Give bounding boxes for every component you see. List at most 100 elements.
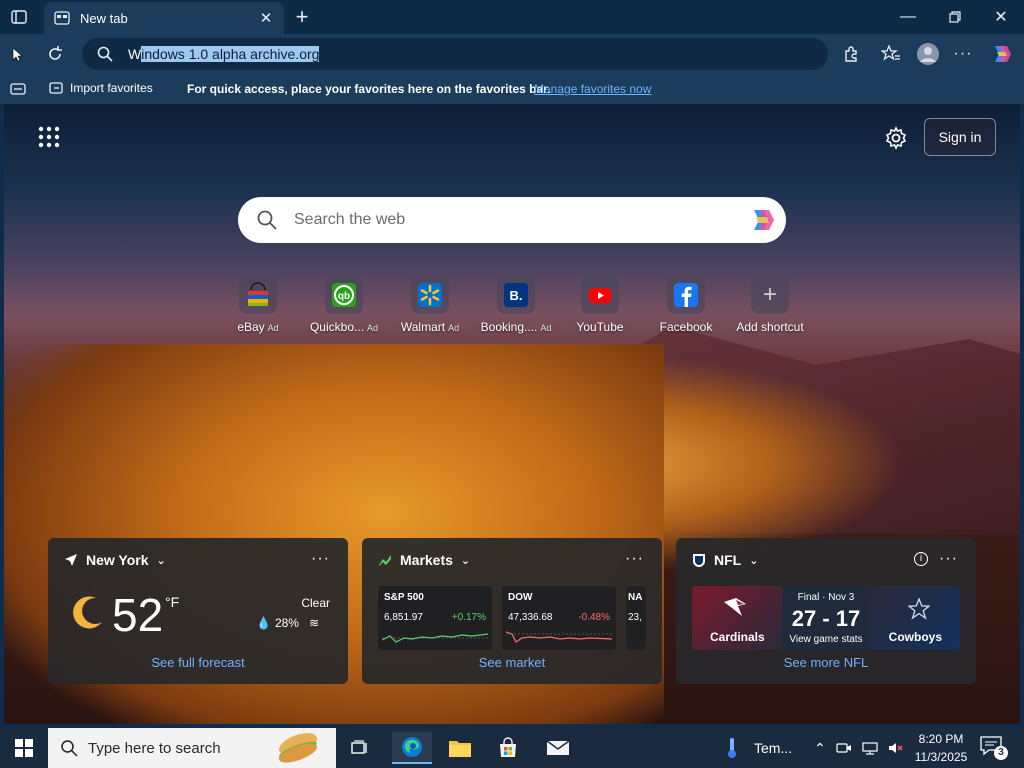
microsoft-store-icon[interactable] bbox=[488, 732, 528, 764]
import-icon bbox=[49, 82, 63, 94]
stock-tile[interactable]: S&P 500 6,851.97 +0.17% bbox=[378, 586, 492, 650]
stock-tile[interactable]: DOW 47,336.68 -0.48% bbox=[502, 586, 616, 650]
start-button[interactable] bbox=[0, 728, 48, 768]
sidebar-toggle-icon[interactable] bbox=[10, 81, 26, 97]
svg-text:qb: qb bbox=[338, 291, 350, 302]
minimize-button[interactable]: — bbox=[886, 4, 930, 30]
game-score: 27 - 17 bbox=[791, 606, 861, 631]
see-market-link[interactable]: See market bbox=[362, 655, 662, 670]
shortcut-ebay[interactable]: eBay Ad bbox=[216, 276, 300, 342]
refresh-button[interactable] bbox=[42, 41, 68, 67]
chevron-down-icon: ⌄ bbox=[460, 554, 471, 567]
search-icon bbox=[61, 740, 78, 757]
search-icon bbox=[257, 210, 277, 230]
new-tab-page-icon bbox=[54, 11, 70, 25]
search-placeholder: Search the web bbox=[294, 211, 406, 228]
close-window-button[interactable]: ✕ bbox=[979, 4, 1023, 30]
nfl-shield-icon bbox=[693, 554, 705, 567]
profile-avatar[interactable] bbox=[915, 41, 941, 67]
game-status: Final · Nov 3 bbox=[797, 592, 855, 603]
facebook-icon bbox=[674, 283, 698, 307]
network-icon[interactable] bbox=[862, 741, 878, 755]
chevron-up-icon[interactable]: ⌃ bbox=[814, 740, 826, 757]
gear-icon[interactable] bbox=[884, 126, 908, 150]
more-options-icon[interactable]: ··· bbox=[950, 41, 976, 67]
see-more-nfl-link[interactable]: See more NFL bbox=[676, 655, 976, 670]
chevron-down-icon: ⌄ bbox=[749, 554, 759, 567]
favorites-bar-message: For quick access, place your favorites h… bbox=[187, 82, 551, 96]
view-game-stats-link[interactable]: View game stats bbox=[692, 634, 960, 645]
markets-card: Markets ⌄ ··· S&P 500 6,851.97 +0.17% DO… bbox=[362, 538, 662, 684]
location-arrow-icon bbox=[65, 554, 77, 566]
search-icon bbox=[97, 46, 113, 62]
web-search-box[interactable]: Search the web bbox=[238, 197, 786, 243]
sparkline-chart bbox=[382, 633, 488, 643]
address-text: Windows 1.0 alpha archive.org bbox=[128, 46, 320, 62]
nfl-more-icon[interactable]: ··· bbox=[939, 550, 958, 568]
new-tab-button[interactable]: + bbox=[290, 4, 314, 29]
quickbooks-icon: qb bbox=[332, 283, 356, 307]
weather-card: New York ⌄ ··· 52 °F Clear 💧 28% ≋ See f… bbox=[48, 538, 348, 684]
manage-favorites-link[interactable]: Manage favorites now bbox=[534, 82, 651, 96]
temperature: 52 bbox=[112, 589, 164, 641]
booking-icon: B. bbox=[504, 283, 528, 307]
taskbar-search-box[interactable]: Type here to search bbox=[48, 728, 336, 768]
temperature-unit: °F bbox=[165, 594, 180, 610]
ebay-icon bbox=[248, 282, 268, 306]
nfl-title[interactable]: NFL ⌄ bbox=[692, 552, 758, 568]
markets-title[interactable]: Markets ⌄ bbox=[378, 552, 470, 568]
volume-muted-icon[interactable] bbox=[888, 741, 904, 755]
nfl-game[interactable]: Cardinals Cowboys Final · Nov 3 27 - 17 … bbox=[692, 586, 960, 650]
shortcuts-row: eBay Ad qb Quickbo... Ad Walmart Ad B. Book… bbox=[230, 276, 830, 346]
system-clock[interactable]: 8:20 PM 11/3/2025 bbox=[906, 730, 976, 766]
notification-center-icon[interactable]: 3 bbox=[980, 736, 1008, 760]
plus-icon: + bbox=[762, 281, 777, 308]
stock-tile[interactable]: NA 23, bbox=[626, 586, 646, 650]
task-view-icon[interactable] bbox=[340, 732, 380, 764]
shortcut-facebook[interactable]: Facebook bbox=[644, 276, 728, 342]
info-icon[interactable]: i bbox=[914, 552, 928, 566]
see-full-forecast-link[interactable]: See full forecast bbox=[48, 655, 348, 670]
taskbar-weather[interactable]: Tem... bbox=[724, 728, 792, 768]
windows-logo-icon bbox=[15, 739, 33, 757]
restore-button[interactable] bbox=[933, 4, 977, 30]
add-shortcut-button[interactable]: + Add shortcut bbox=[728, 276, 812, 342]
youtube-icon bbox=[589, 288, 611, 303]
back-button[interactable] bbox=[6, 41, 32, 67]
svg-text:B.: B. bbox=[510, 288, 523, 303]
tab-actions-icon[interactable] bbox=[8, 7, 30, 27]
raindrop-icon: 💧 bbox=[256, 616, 271, 630]
tab-new-tab[interactable]: New tab ✕ bbox=[44, 2, 284, 34]
shortcut-youtube[interactable]: YouTube bbox=[558, 276, 642, 342]
copilot-icon[interactable] bbox=[988, 41, 1014, 67]
weather-more-icon[interactable]: ··· bbox=[311, 550, 330, 568]
mail-icon[interactable] bbox=[538, 732, 578, 764]
import-favorites-button[interactable]: Import favorites bbox=[48, 80, 153, 96]
markets-icon bbox=[379, 555, 391, 566]
favorites-icon[interactable] bbox=[878, 41, 904, 67]
sandwich-icon bbox=[278, 733, 318, 763]
meet-now-icon[interactable] bbox=[836, 741, 852, 755]
shortcut-walmart[interactable]: Walmart Ad bbox=[388, 276, 472, 342]
system-tray: ⌃ bbox=[814, 728, 904, 768]
address-bar[interactable]: Windows 1.0 alpha archive.org bbox=[82, 38, 828, 70]
shortcut-quickbooks[interactable]: qb Quickbo... Ad bbox=[302, 276, 386, 342]
walmart-icon bbox=[418, 283, 442, 307]
tab-title: New tab bbox=[80, 10, 128, 26]
close-tab-icon[interactable]: ✕ bbox=[258, 10, 274, 27]
apps-grid-icon[interactable] bbox=[38, 126, 60, 148]
extensions-icon[interactable] bbox=[838, 41, 864, 67]
edge-browser-icon[interactable] bbox=[392, 732, 432, 764]
copilot-icon[interactable] bbox=[746, 204, 778, 236]
sign-in-button[interactable]: Sign in bbox=[924, 118, 996, 156]
precipitation: 💧 28% ≋ bbox=[256, 616, 320, 630]
weather-location[interactable]: New York ⌄ bbox=[64, 552, 166, 568]
taskbar: Type here to search Tem... ⌃ 8:20 PM 11/… bbox=[0, 728, 1024, 768]
file-explorer-icon[interactable] bbox=[440, 732, 480, 764]
shortcut-booking[interactable]: B. Booking.... Ad bbox=[474, 276, 558, 342]
markets-more-icon[interactable]: ··· bbox=[625, 550, 644, 568]
notification-count-badge: 3 bbox=[994, 746, 1008, 760]
moon-icon bbox=[73, 596, 102, 629]
thermometer-icon bbox=[728, 738, 736, 758]
chevron-down-icon: ⌄ bbox=[156, 554, 166, 567]
